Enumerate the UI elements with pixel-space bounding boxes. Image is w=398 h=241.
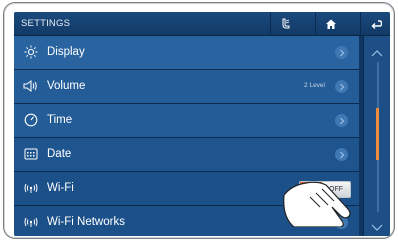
calendar-icon <box>23 146 39 162</box>
wifi-icon <box>23 180 39 196</box>
clock-icon <box>23 112 39 128</box>
back-button[interactable] <box>360 12 390 35</box>
wifi-icon <box>23 214 39 230</box>
phone-button[interactable] <box>270 12 301 35</box>
device-frame: SETTINGS Display Volume 2 Level Time Dat… <box>3 2 395 239</box>
settings-item-label: Volume <box>47 80 86 92</box>
brightness-icon <box>23 44 39 60</box>
chevron-up-icon[interactable] <box>371 44 383 62</box>
settings-item-label: Wi-Fi Networks <box>47 216 125 228</box>
settings-item-display[interactable]: Display <box>14 36 359 70</box>
scrollbar[interactable] <box>363 36 390 236</box>
settings-item-time[interactable]: Time <box>14 104 359 138</box>
back-icon <box>370 18 382 30</box>
phone-icon <box>280 18 292 30</box>
volume-value: 2 Level <box>304 82 325 89</box>
home-icon <box>325 18 337 30</box>
chevron-right-icon <box>335 114 348 127</box>
settings-item-label: Date <box>47 148 72 160</box>
settings-item-label: Wi-Fi <box>47 182 74 194</box>
scroll-thumb[interactable] <box>376 108 379 160</box>
page-title: SETTINGS <box>21 18 71 29</box>
settings-item-label: Time <box>47 114 73 126</box>
settings-item-label: Display <box>47 46 85 58</box>
speaker-icon <box>23 78 39 94</box>
chevron-right-icon <box>335 80 348 93</box>
settings-item-volume[interactable]: Volume 2 Level <box>14 70 359 104</box>
chevron-right-icon <box>335 46 348 59</box>
home-button[interactable] <box>315 12 346 35</box>
hand-pointer-icon <box>274 167 354 232</box>
header-bar: SETTINGS <box>14 12 390 36</box>
chevron-down-icon[interactable] <box>371 219 383 236</box>
chevron-right-icon <box>335 148 348 161</box>
settings-screen: SETTINGS Display Volume 2 Level Time Dat… <box>14 12 390 236</box>
